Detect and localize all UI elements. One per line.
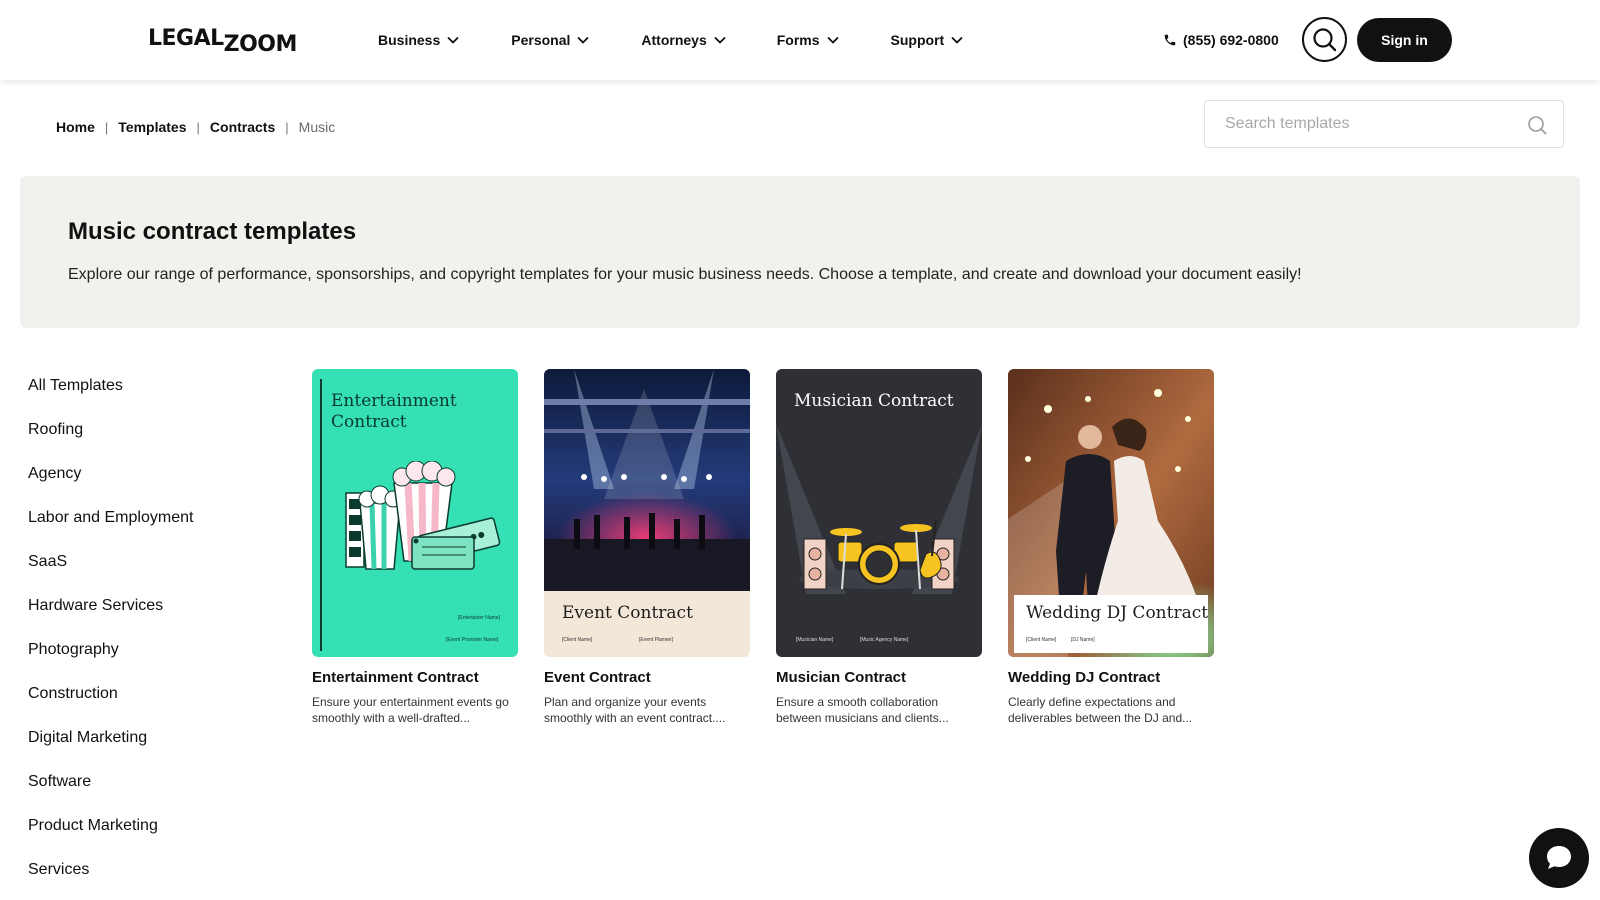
thumb-field-2: [Event Planner]	[639, 637, 674, 643]
header-search-button[interactable]	[1302, 17, 1347, 62]
chevron-down-icon	[951, 36, 963, 44]
card-thumbnail: Musician Contract [Musician Name] [Music…	[776, 369, 982, 657]
thumb-field-1: [Musician Name]	[796, 637, 834, 643]
legalzoom-logo[interactable]: LEGAL ZOOM	[148, 24, 297, 56]
chevron-down-icon	[714, 36, 726, 44]
template-card-event[interactable]: Event Contract [Client Name] [Event Plan…	[544, 369, 750, 726]
thumb-title-line-1: Entertainment	[331, 391, 457, 411]
template-search	[1204, 100, 1564, 148]
thumb-field-2: [Event Promoter Name]	[446, 637, 499, 643]
category-sidebar: All Templates Roofing Agency Labor and E…	[28, 376, 193, 900]
thumb-title: Entertainment Contract	[331, 391, 457, 433]
sidebar-item-hardware-services[interactable]: Hardware Services	[28, 596, 193, 640]
page-description: Explore our range of performance, sponso…	[68, 266, 1302, 283]
sidebar-item-agency[interactable]: Agency	[28, 464, 193, 508]
chat-icon	[1547, 846, 1571, 869]
sign-in-button[interactable]: Sign in	[1357, 18, 1452, 62]
search-icon	[1312, 27, 1336, 51]
thumb-field-2: [DJ Name]	[1071, 637, 1095, 643]
card-description: Ensure your entertainment events go smoo…	[312, 695, 509, 725]
phone-link[interactable]: (855) 692-0800	[1163, 29, 1279, 51]
sidebar-item-digital-marketing[interactable]: Digital Marketing	[28, 728, 193, 772]
nav-attorneys-label: Attorneys	[641, 32, 707, 48]
main-nav: Business Personal Attorneys Forms Suppor…	[378, 29, 964, 51]
breadcrumb-templates[interactable]: Templates	[118, 119, 186, 135]
nav-support-label: Support	[890, 32, 945, 48]
sidebar-item-photography[interactable]: Photography	[28, 640, 193, 684]
sidebar-item-all-templates[interactable]: All Templates	[28, 376, 193, 420]
logo-zoom-text: ZOOM	[223, 32, 298, 57]
thumb-title: Event Contract	[562, 603, 693, 623]
card-title: Wedding DJ Contract	[1008, 669, 1161, 686]
thumb-field-2: [Music Agency Name]	[860, 637, 909, 643]
site-header: LEGAL ZOOM Business Personal Attorneys Fo…	[0, 0, 1600, 80]
phone-number: (855) 692-0800	[1183, 32, 1279, 48]
chat-button[interactable]	[1529, 828, 1589, 888]
breadcrumb-current: Music	[298, 119, 336, 135]
sidebar-item-roofing[interactable]: Roofing	[28, 420, 193, 464]
sidebar-item-product-marketing[interactable]: Product Marketing	[28, 816, 193, 860]
template-card-entertainment[interactable]: Entertainment Contract [Entertainer Name…	[312, 369, 518, 726]
breadcrumb-separator: |	[285, 119, 289, 135]
nav-forms[interactable]: Forms	[777, 29, 840, 51]
sidebar-item-labor-employment[interactable]: Labor and Employment	[28, 508, 193, 552]
breadcrumb-home[interactable]: Home	[56, 119, 95, 135]
chevron-down-icon	[826, 36, 839, 44]
thumb-title-line-2: Contract	[331, 412, 407, 432]
logo-legal-text: LEGAL	[148, 26, 224, 51]
drum-kit-illustration	[776, 424, 982, 594]
card-description: Ensure a smooth collaboration between mu…	[776, 695, 949, 725]
phone-icon	[1164, 34, 1176, 46]
card-description: Plan and organize your events smoothly w…	[544, 695, 726, 725]
chevron-down-icon	[577, 36, 590, 44]
thumb-field-1: [Entertainer Name]	[458, 615, 500, 621]
popcorn-illustration	[345, 461, 501, 570]
sidebar-item-services[interactable]: Services	[28, 860, 193, 900]
card-title: Entertainment Contract	[312, 669, 479, 686]
chevron-down-icon	[447, 36, 459, 44]
nav-attorneys[interactable]: Attorneys	[641, 29, 726, 51]
thumb-title: Wedding DJ Contract	[1026, 603, 1209, 623]
template-card-wedding-dj[interactable]: Wedding DJ Contract [Client Name] [DJ Na…	[1008, 369, 1214, 726]
template-card-grid: Entertainment Contract [Entertainer Name…	[312, 369, 1240, 726]
card-title: Musician Contract	[776, 669, 907, 686]
breadcrumb-separator: |	[196, 119, 200, 135]
thumb-field-1: [Client Name]	[1026, 637, 1057, 643]
template-search-input[interactable]	[1225, 115, 1515, 133]
nav-forms-label: Forms	[776, 32, 820, 48]
breadcrumb-contracts[interactable]: Contracts	[210, 119, 275, 135]
card-thumbnail: Entertainment Contract [Entertainer Name…	[312, 369, 518, 657]
breadcrumb: Home | Templates | Contracts | Music	[56, 119, 335, 135]
hero-banner: Music contract templates Explore our ran…	[20, 176, 1580, 328]
template-card-musician[interactable]: Musician Contract [Musician Name] [Music…	[776, 369, 982, 726]
card-title: Event Contract	[544, 669, 651, 686]
card-description: Clearly define expectations and delivera…	[1008, 695, 1193, 725]
nav-personal[interactable]: Personal	[511, 29, 590, 51]
card-thumbnail: Event Contract [Client Name] [Event Plan…	[544, 369, 750, 657]
sidebar-item-software[interactable]: Software	[28, 772, 193, 816]
nav-business-label: Business	[378, 32, 441, 48]
breadcrumb-separator: |	[104, 119, 109, 135]
sidebar-item-construction[interactable]: Construction	[28, 684, 193, 728]
thumb-divider	[320, 379, 322, 651]
card-thumbnail: Wedding DJ Contract [Client Name] [DJ Na…	[1008, 369, 1214, 657]
thumb-field-1: [Client Name]	[562, 637, 593, 643]
page-title: Music contract templates	[68, 218, 357, 245]
search-icon[interactable]	[1527, 115, 1547, 135]
nav-support[interactable]: Support	[891, 29, 965, 51]
thumb-title: Musician Contract	[794, 391, 954, 411]
nav-business[interactable]: Business	[378, 29, 460, 51]
sidebar-item-saas[interactable]: SaaS	[28, 552, 193, 596]
concert-stage-image	[544, 369, 750, 591]
nav-personal-label: Personal	[511, 32, 571, 48]
